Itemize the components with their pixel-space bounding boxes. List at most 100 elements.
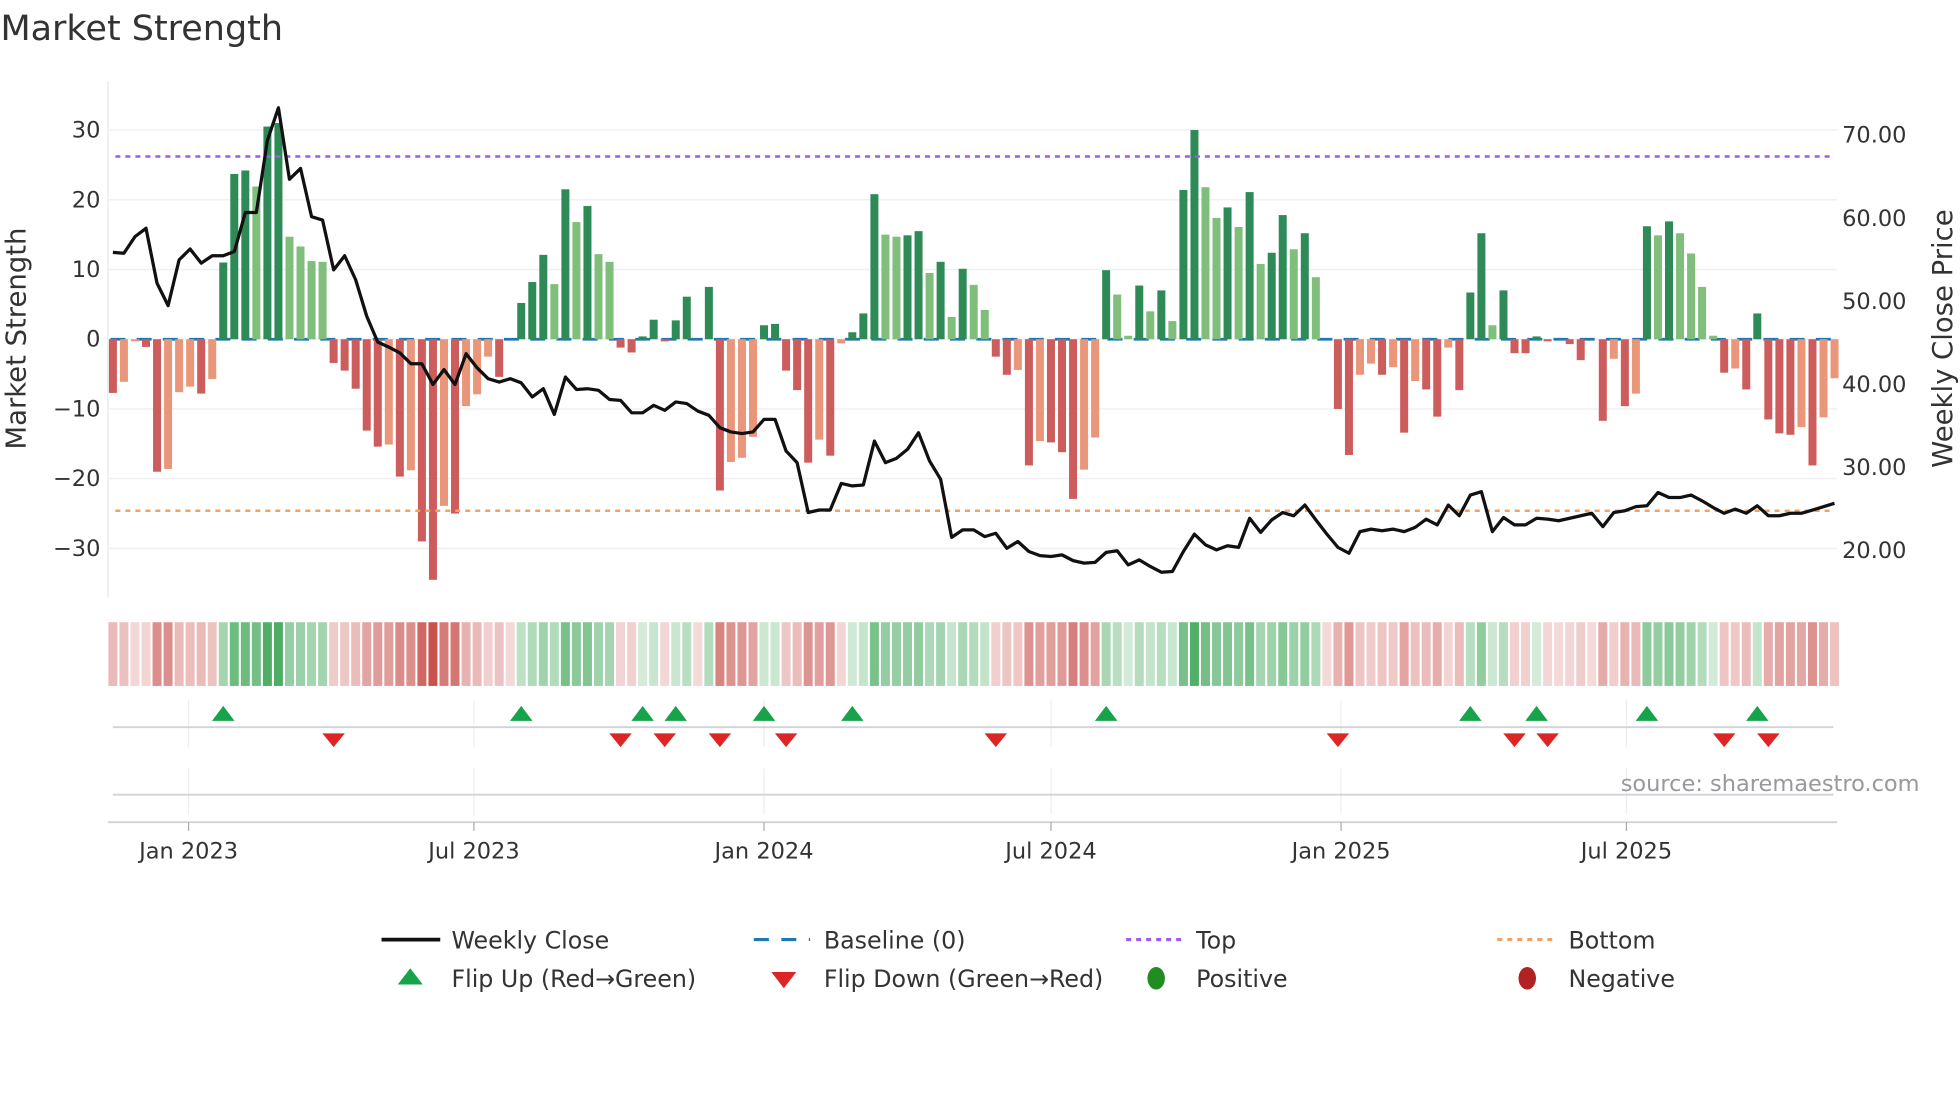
strength-bar (1488, 325, 1497, 340)
strip-cell (1785, 622, 1795, 686)
strip-cell (1035, 622, 1045, 686)
strength-bar (969, 284, 978, 340)
strip-cell (340, 622, 350, 686)
strength-bar (1709, 335, 1718, 340)
strip-cell (759, 622, 769, 686)
strip-cell (1046, 622, 1056, 686)
strip-cell (1101, 622, 1111, 686)
strength-bar (285, 236, 294, 340)
strip-cell (1167, 622, 1177, 686)
strip-cell (1057, 622, 1067, 686)
weekly-close-line (112, 106, 1835, 574)
flip-down-marker (322, 733, 345, 748)
strength-bar (826, 339, 835, 456)
strength-bar (859, 313, 868, 340)
strength-bar (539, 254, 548, 340)
strength-bar (1113, 294, 1122, 340)
legend-flip-up-label: Flip Up (Red→Green) (451, 965, 696, 993)
flip-down-marker (1503, 733, 1526, 748)
strength-bar (1256, 263, 1265, 340)
strip-cell (1322, 622, 1332, 686)
flip-up-marker (841, 705, 864, 721)
strip-cell (1487, 622, 1497, 686)
strength-bar (583, 206, 592, 340)
strength-bar (1190, 130, 1199, 340)
y2-axis-label: Weekly Close Price (1927, 209, 1959, 467)
strength-bar (1764, 339, 1773, 420)
flip-down-marker (1536, 733, 1559, 748)
flip-down-marker (774, 733, 798, 748)
strip-cell (472, 622, 482, 686)
strength-bar (517, 302, 526, 340)
flip-up-marker (1459, 705, 1482, 721)
strip-cell (185, 622, 195, 686)
strip-cell (1123, 622, 1133, 686)
strength-bar (153, 339, 162, 472)
strength-bar (1477, 233, 1486, 340)
strength-bar (1389, 339, 1398, 368)
strip-cell (174, 622, 184, 686)
strip-cell (1267, 622, 1277, 686)
strip-cell (858, 622, 868, 686)
strip-cell (1532, 622, 1542, 686)
strength-bar (1742, 339, 1751, 390)
strip-cell (218, 622, 228, 686)
strip-cell (1223, 622, 1233, 686)
strength-bar (373, 339, 382, 447)
strength-bar (1091, 339, 1100, 438)
strength-bar (1720, 339, 1729, 373)
strip-cell (770, 622, 780, 686)
y2-tick-label: 20.00 (1842, 538, 1906, 564)
strip-cell (704, 622, 714, 686)
strip-cell (461, 622, 471, 686)
strip-cell (560, 622, 570, 686)
flip-down-marker (1712, 733, 1736, 748)
flip-down-marker (984, 733, 1008, 748)
strip-cell (1465, 622, 1475, 686)
strength-bar (197, 339, 206, 394)
strip-cell (318, 622, 328, 686)
strip-cell (1642, 622, 1652, 686)
strength-bar (462, 339, 471, 407)
strip-cell (936, 622, 946, 686)
source-label: source: sharemaestro.com (1621, 771, 1920, 797)
strength-bar (771, 323, 780, 340)
strength-bar (1532, 336, 1541, 340)
legend-close-label: Weekly Close (451, 926, 609, 954)
strength-bar (351, 339, 360, 389)
strength-bar (572, 222, 581, 340)
strength-bar (1013, 339, 1022, 370)
strength-bar (991, 339, 1000, 357)
strength-bar (660, 339, 669, 342)
strip-cell (1587, 622, 1597, 686)
strip-cell (538, 622, 548, 686)
strength-bar (230, 173, 239, 340)
strength-bar (1400, 339, 1409, 433)
flip-down-marker (609, 733, 632, 748)
y2-tick-label: 60.00 (1842, 206, 1906, 232)
strip-cell (1443, 622, 1453, 686)
strip-cell (1763, 622, 1773, 686)
x-tick-label: Jul 2024 (1003, 838, 1096, 864)
strip-cell (1741, 622, 1751, 686)
strength-bar (605, 261, 614, 340)
strip-cell (417, 622, 427, 686)
strength-bar (495, 339, 504, 377)
flip-down-marker (653, 733, 676, 748)
strip-cell (682, 622, 692, 686)
strength-bar (1665, 221, 1674, 340)
strength-bar (892, 236, 901, 340)
strength-bar (1620, 339, 1629, 407)
strength-bar (1378, 339, 1387, 375)
flip-up-icon (397, 968, 423, 985)
flip-up-marker (1635, 705, 1659, 721)
y2-tick-label: 40.00 (1842, 372, 1906, 398)
strength-bar (903, 235, 912, 340)
strip-cell (406, 622, 416, 686)
strength-bar (1687, 253, 1696, 340)
strength-bar (1300, 233, 1309, 340)
strip-cell (351, 622, 361, 686)
strip-cell (130, 622, 140, 686)
strength-bar (870, 194, 879, 340)
strip-cell (527, 622, 537, 686)
